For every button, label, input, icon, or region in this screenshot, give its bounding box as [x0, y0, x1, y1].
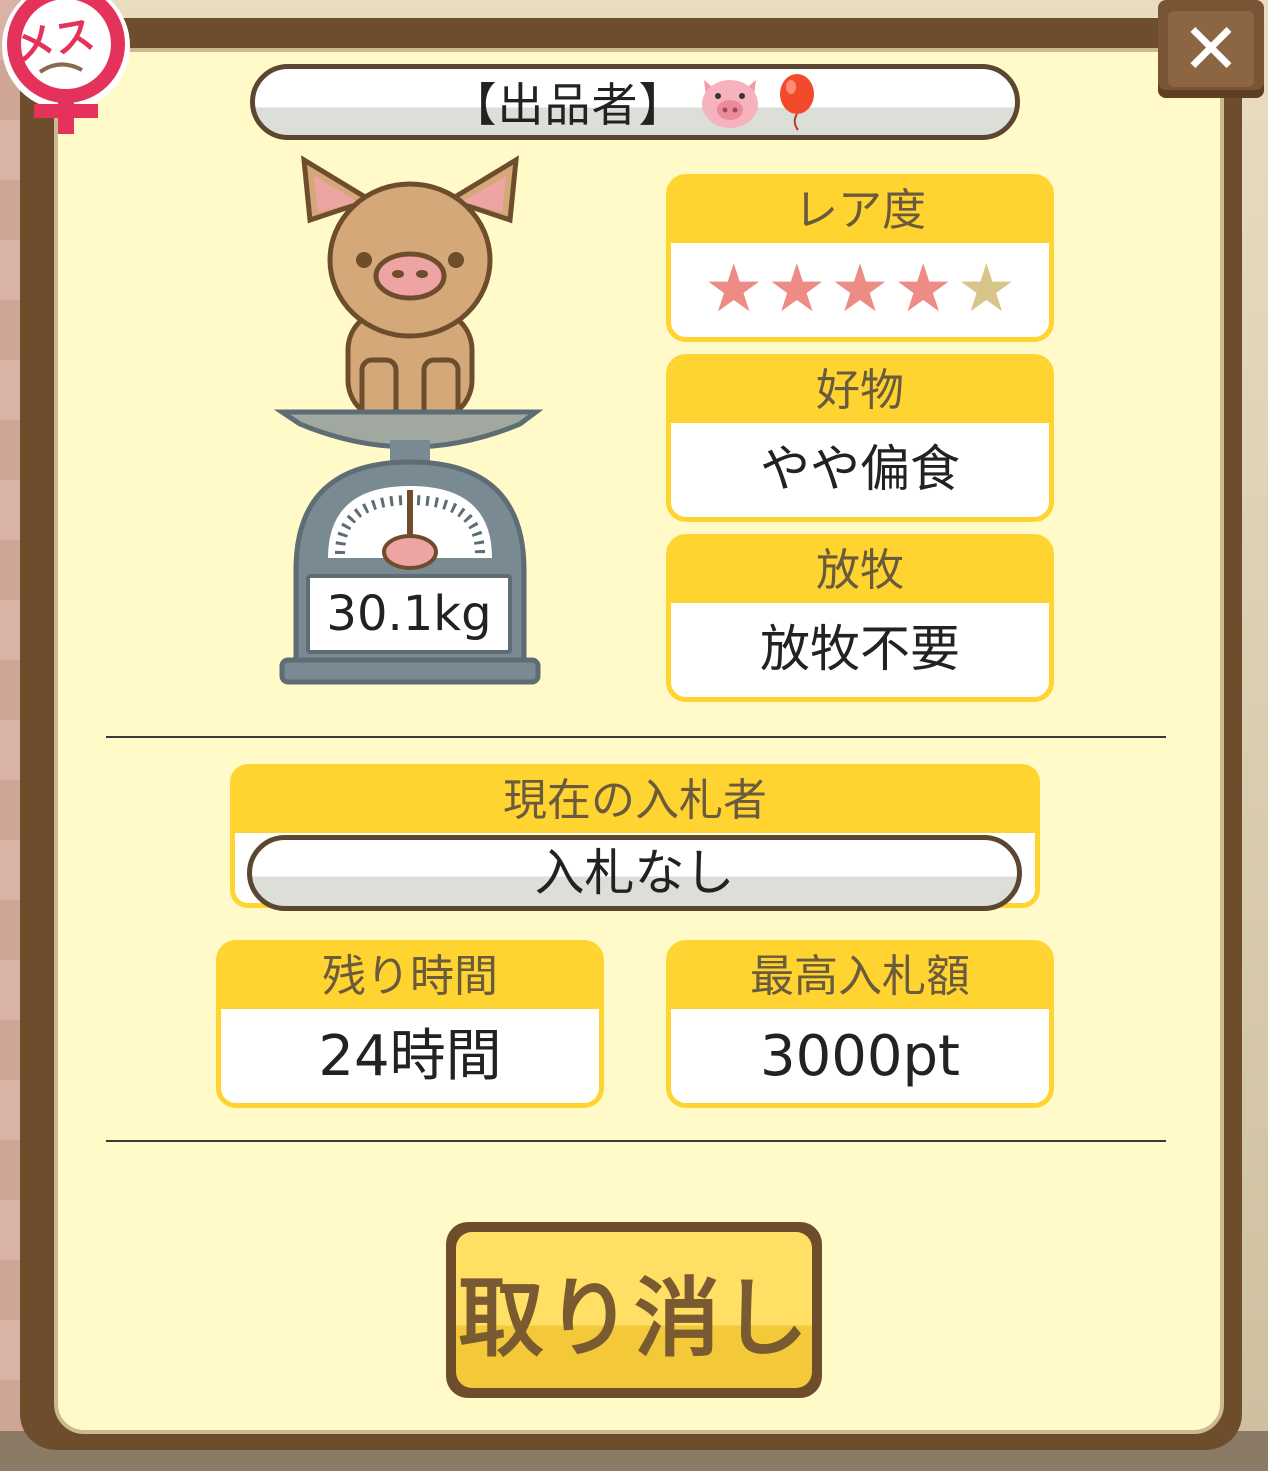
divider-top — [106, 736, 1166, 738]
close-icon: ✕ — [1168, 11, 1254, 87]
pig-face-icon — [698, 74, 762, 130]
star-icon-filled: ★ — [767, 250, 827, 327]
female-symbol-icon: メス — [0, 0, 150, 140]
grazing-title: 放牧 — [671, 539, 1049, 603]
close-button[interactable]: ✕ — [1158, 0, 1264, 98]
current-bidder-title: 現在の入札者 — [235, 769, 1035, 833]
remaining-time-box: 残り時間 24時間 — [216, 940, 604, 1108]
max-bid-title: 最高入札額 — [671, 945, 1049, 1009]
remaining-time-title: 残り時間 — [221, 945, 599, 1009]
game-screen: ✕ メス 【出品者】 30.1kg レア度 ★ ★ ★ ★ ★ 好物 やや偏食 … — [0, 0, 1268, 1471]
favorite-food-title: 好物 — [671, 359, 1049, 423]
balloon-icon — [774, 72, 820, 132]
weight-display: 30.1kg — [306, 574, 512, 654]
current-bidder-box: 現在の入札者 入札なし — [230, 764, 1040, 911]
remaining-time-value: 24時間 — [318, 1024, 502, 1089]
rarity-box: レア度 ★ ★ ★ ★ ★ — [666, 174, 1054, 342]
cancel-button[interactable]: 取り消し — [446, 1222, 822, 1398]
max-bid-box: 最高入札額 3000pt — [666, 940, 1054, 1108]
grazing-box: 放牧 放牧不要 — [666, 534, 1054, 702]
rarity-stars: ★ ★ ★ ★ ★ — [671, 243, 1049, 335]
star-icon-filled: ★ — [704, 250, 764, 327]
favorite-food-box: 好物 やや偏食 — [666, 354, 1054, 522]
max-bid-value: 3000pt — [759, 1024, 961, 1089]
star-icon-filled: ★ — [893, 250, 953, 327]
seller-bar: 【出品者】 — [250, 64, 1020, 140]
star-icon-empty: ★ — [956, 250, 1016, 327]
seller-label: 【出品者】 — [450, 78, 686, 132]
divider-bottom — [106, 1140, 1166, 1142]
favorite-food-value: やや偏食 — [760, 440, 960, 498]
grazing-value: 放牧不要 — [760, 620, 960, 678]
cancel-button-label: 取り消し — [456, 1232, 812, 1388]
current-bidder-value: 入札なし — [247, 835, 1022, 911]
rarity-title: レア度 — [671, 179, 1049, 243]
star-icon-filled: ★ — [830, 250, 890, 327]
